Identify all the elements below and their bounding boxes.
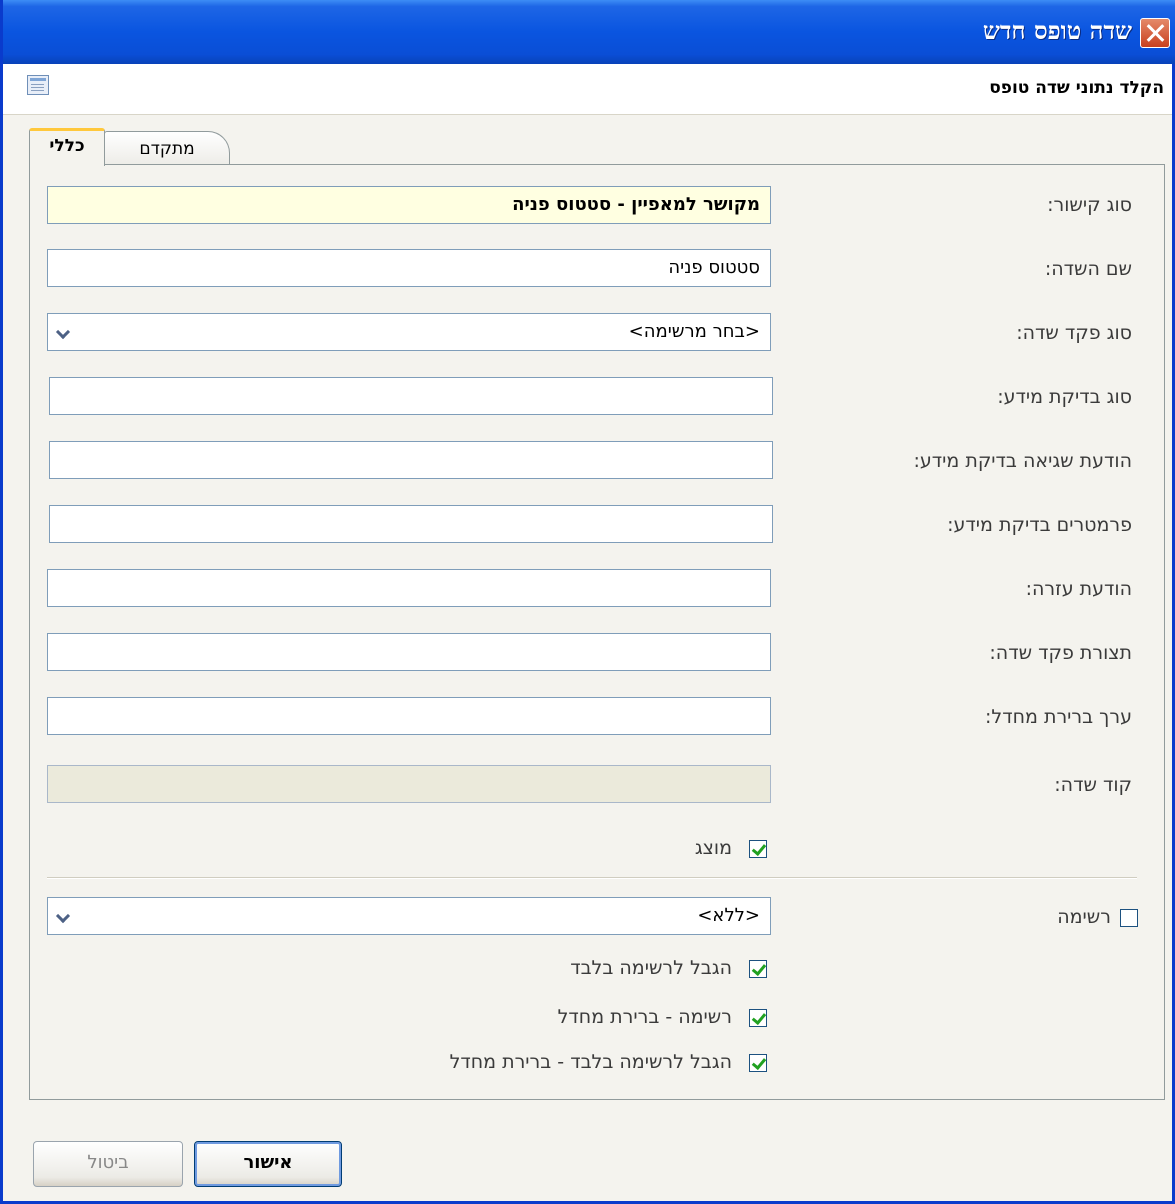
restrict-list-default-label: הגבל לרשימה בלבד - ברירת מחדל (449, 1051, 732, 1073)
control-config-label: תצורת פקד שדה: (989, 642, 1132, 664)
dialog-header: הקלד נתוני שדה טופס (3, 64, 1172, 115)
list-default-label: רשימה - ברירת מחדל (557, 1006, 732, 1028)
control-config-input[interactable] (47, 633, 771, 671)
control-type-value: <בחר מרשימה> (628, 321, 760, 342)
restrict-list-default-checkbox[interactable] (749, 1054, 767, 1072)
field-code-label: קוד שדה: (1054, 774, 1132, 796)
field-name-input[interactable]: סטטוס פניה (47, 249, 771, 287)
validation-params-label: פרמטרים בדיקת מידע: (947, 514, 1132, 536)
validation-error-label: הודעת שגיאה בדיקת מידע: (913, 450, 1132, 472)
ok-button[interactable]: אישור (194, 1141, 342, 1187)
help-message-input[interactable] (47, 569, 771, 607)
displayed-checkbox[interactable] (749, 840, 767, 858)
list-default-checkbox[interactable] (749, 1009, 767, 1027)
divider (47, 877, 1137, 878)
list-label: רשימה (1057, 906, 1111, 928)
restrict-list-checkbox[interactable] (749, 960, 767, 978)
cancel-button[interactable]: ביטול (33, 1141, 183, 1187)
list-select[interactable]: <ללא> (47, 897, 771, 935)
validation-params-input[interactable] (49, 505, 773, 543)
tab-advanced[interactable]: מתקדם (104, 131, 230, 167)
field-code-input (47, 765, 771, 803)
form-icon (27, 75, 49, 95)
validation-type-label: סוג בדיקת מידע: (997, 386, 1132, 408)
list-select-value: <ללא> (697, 905, 760, 926)
chevron-down-icon[interactable] (55, 908, 71, 924)
chevron-down-icon[interactable] (55, 324, 71, 340)
link-type-field: מקושר למאפיין - סטטוס פניה (47, 186, 771, 224)
validation-error-input[interactable] (49, 441, 773, 479)
title-bar[interactable]: שדה טופס חדש (3, 0, 1175, 64)
field-name-label: שם השדה: (1044, 258, 1132, 280)
tab-general[interactable]: כללי (29, 128, 105, 166)
restrict-list-label: הגבל לרשימה בלבד (570, 957, 732, 979)
validation-type-input[interactable] (49, 377, 773, 415)
control-type-label: סוג פקד שדה: (1016, 322, 1132, 344)
help-message-label: הודעת עזרה: (1025, 578, 1132, 600)
window-title: שדה טופס חדש (982, 16, 1132, 45)
link-type-label: סוג קישור: (1047, 194, 1132, 216)
default-value-label: ערך ברירת מחדל: (985, 706, 1132, 728)
dialog-window: שדה טופס חדש הקלד נתוני שדה טופס מתקדם כ… (0, 0, 1175, 1204)
displayed-label: מוצג (694, 837, 732, 859)
dialog-subtitle: הקלד נתוני שדה טופס (989, 78, 1164, 98)
close-icon[interactable] (1140, 18, 1170, 48)
list-checkbox[interactable] (1120, 909, 1138, 927)
default-value-input[interactable] (47, 697, 771, 735)
control-type-select[interactable]: <בחר מרשימה> (47, 313, 771, 351)
